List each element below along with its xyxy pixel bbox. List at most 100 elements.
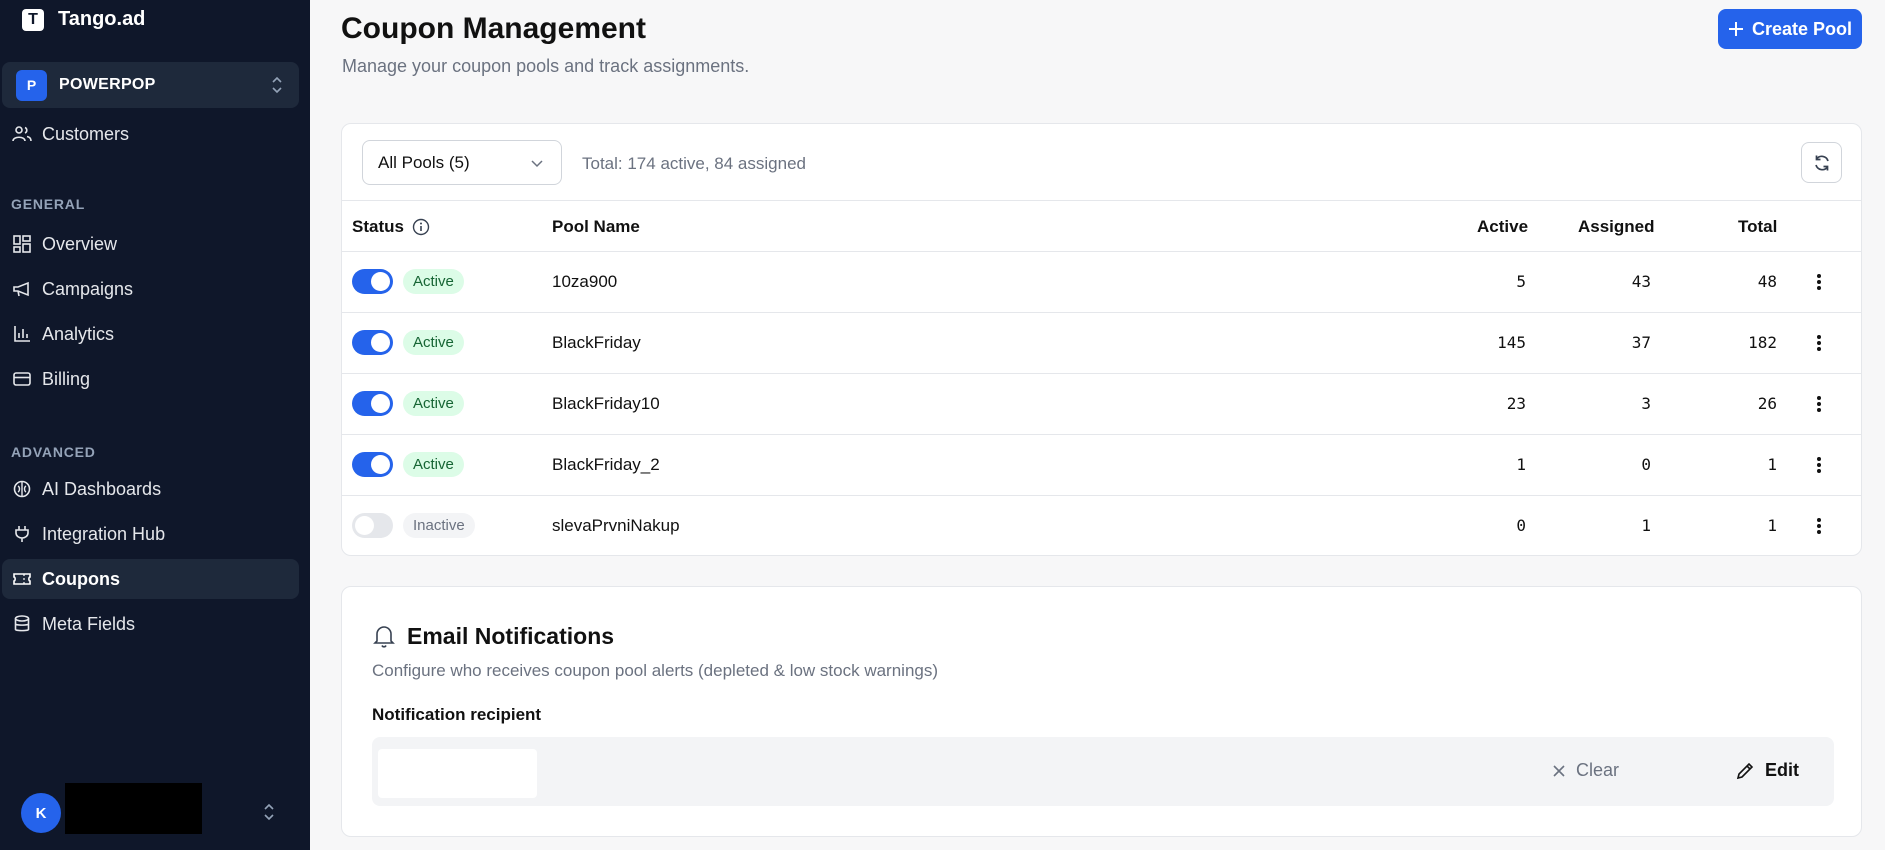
section-advanced: ADVANCED — [11, 444, 96, 460]
pool-name: BlackFriday10 — [552, 394, 660, 413]
sidebar: T Tango.ad P POWERPOP Customers GENERAL … — [0, 0, 310, 850]
pool-status-toggle[interactable] — [352, 269, 393, 294]
table-row: Active BlackFriday10 23 3 26 — [342, 374, 1861, 435]
status-badge: Active — [403, 269, 464, 294]
table-row: Active BlackFriday_2 1 0 1 — [342, 435, 1861, 496]
assigned-column-header: Assigned — [1578, 217, 1655, 236]
table-row: Active BlackFriday 145 37 182 — [342, 313, 1861, 374]
sidebar-item-customers[interactable]: Customers — [2, 114, 299, 154]
page-subtitle: Manage your coupon pools and track assig… — [342, 56, 750, 76]
sidebar-item-ai-dashboards[interactable]: AI Dashboards — [2, 469, 299, 509]
sidebar-item-label: Billing — [42, 368, 91, 389]
sidebar-item-overview[interactable]: Overview — [2, 224, 299, 264]
pencil-icon — [1736, 762, 1754, 779]
create-pool-button[interactable]: Create Pool — [1718, 9, 1862, 49]
notifications-subtitle: Configure who receives coupon pool alert… — [372, 661, 939, 680]
close-icon — [1553, 764, 1565, 777]
pool-status-toggle[interactable] — [352, 330, 393, 355]
ticket-icon — [12, 569, 32, 589]
assigned-count: 3 — [1641, 394, 1651, 413]
assigned-count: 0 — [1641, 455, 1651, 474]
grid-icon — [12, 234, 32, 254]
active-column-header: Active — [1477, 217, 1529, 236]
pool-totals: Total: 174 active, 84 assigned — [582, 154, 806, 173]
pool-name: BlackFriday_2 — [552, 455, 660, 474]
brand[interactable]: T Tango.ad — [22, 8, 145, 31]
sidebar-item-label: Campaigns — [42, 278, 134, 299]
assigned-count: 1 — [1641, 516, 1651, 535]
status-badge: Inactive — [403, 513, 475, 538]
sidebar-item-billing[interactable]: Billing — [2, 359, 299, 399]
status-badge: Active — [403, 330, 464, 355]
table-row: Inactive slevaPrvniNakup 0 1 1 — [342, 496, 1861, 557]
refresh-icon — [1814, 154, 1829, 171]
total-column-header: Total — [1738, 217, 1778, 236]
status-header-label: Status — [352, 217, 404, 236]
credit-card-icon — [12, 369, 32, 389]
recipient-label: Notification recipient — [372, 705, 542, 724]
sidebar-item-label: Meta Fields — [42, 613, 136, 634]
sidebar-item-label: Integration Hub — [42, 523, 166, 544]
active-count: 23 — [1506, 394, 1526, 413]
recipient-value — [378, 749, 537, 798]
brand-name: Tango.ad — [58, 8, 146, 30]
sidebar-item-campaigns[interactable]: Campaigns — [2, 269, 299, 309]
sidebar-item-integration-hub[interactable]: Integration Hub — [2, 514, 299, 554]
bell-icon — [373, 626, 395, 648]
brand-logo-icon: T — [22, 8, 44, 31]
info-icon[interactable] — [412, 218, 430, 236]
active-count: 1 — [1516, 455, 1526, 474]
sidebar-item-label: Coupons — [42, 568, 120, 589]
more-vertical-icon[interactable] — [1809, 392, 1829, 416]
assigned-count: 43 — [1631, 272, 1651, 291]
more-vertical-icon[interactable] — [1809, 453, 1829, 477]
sidebar-item-label: Customers — [42, 123, 130, 144]
pools-card: All Pools (5) Total: 174 active, 84 assi… — [341, 123, 1862, 556]
pool-status-toggle[interactable] — [352, 513, 393, 538]
brain-icon — [12, 479, 32, 499]
pool-name-column-header: Pool Name — [552, 217, 640, 236]
user-name-redacted — [65, 783, 202, 834]
clear-label: Clear — [1576, 760, 1620, 780]
table-row: Active 10za900 5 43 48 — [342, 252, 1861, 313]
users-icon — [12, 124, 32, 144]
status-column-header: Status — [352, 217, 430, 237]
active-count: 5 — [1516, 272, 1526, 291]
avatar[interactable]: K — [21, 793, 61, 833]
pool-name: slevaPrvniNakup — [552, 516, 680, 535]
page-title: Coupon Management — [341, 12, 646, 45]
edit-button[interactable]: Edit — [1735, 760, 1799, 781]
edit-label: Edit — [1765, 760, 1799, 780]
sidebar-item-analytics[interactable]: Analytics — [2, 314, 299, 354]
pool-filter-select[interactable]: All Pools (5) — [362, 140, 562, 185]
megaphone-icon — [12, 279, 32, 299]
refresh-button[interactable] — [1801, 142, 1842, 183]
org-switcher[interactable]: P POWERPOP — [2, 62, 299, 108]
org-badge: P — [16, 69, 47, 101]
recipient-field: Clear Edit — [372, 737, 1834, 806]
total-count: 48 — [1757, 272, 1777, 291]
active-count: 0 — [1516, 516, 1526, 535]
database-icon — [12, 614, 32, 634]
table-header: Status Pool Name Active Assigned Total — [342, 200, 1861, 252]
more-vertical-icon[interactable] — [1809, 331, 1829, 355]
status-badge: Active — [403, 391, 464, 416]
sidebar-item-coupons[interactable]: Coupons — [2, 559, 299, 599]
chevrons-up-down-icon — [272, 76, 282, 94]
chevrons-up-down-icon[interactable] — [263, 803, 275, 821]
status-badge: Active — [403, 452, 464, 477]
more-vertical-icon[interactable] — [1809, 270, 1829, 294]
pool-status-toggle[interactable] — [352, 452, 393, 477]
sidebar-item-label: Overview — [42, 233, 118, 254]
total-count: 1 — [1767, 455, 1777, 474]
more-vertical-icon[interactable] — [1809, 514, 1829, 538]
sidebar-item-label: Analytics — [42, 323, 115, 344]
clear-button[interactable]: Clear — [1552, 760, 1619, 781]
plus-icon — [1728, 22, 1743, 36]
pool-status-toggle[interactable] — [352, 391, 393, 416]
sidebar-item-label: AI Dashboards — [42, 478, 162, 499]
section-general: GENERAL — [11, 196, 86, 212]
pool-name: BlackFriday — [552, 333, 641, 352]
total-count: 1 — [1767, 516, 1777, 535]
sidebar-item-meta-fields[interactable]: Meta Fields — [2, 604, 299, 644]
